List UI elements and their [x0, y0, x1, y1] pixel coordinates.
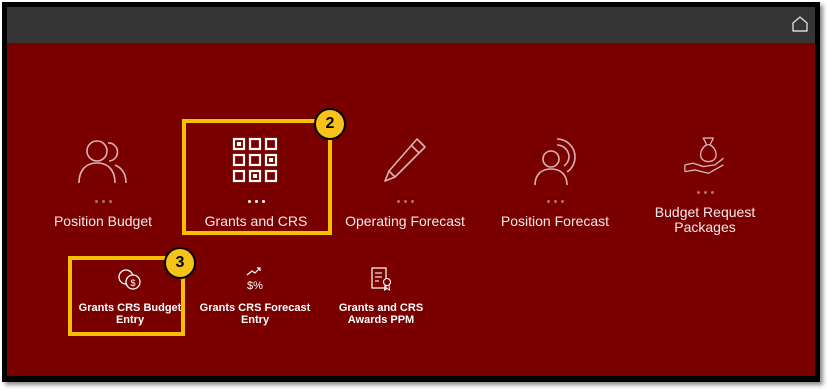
- home-icon[interactable]: [791, 15, 809, 33]
- users-icon: [78, 140, 127, 184]
- tile-label: Budget Request Packages: [654, 204, 756, 235]
- tile-budget-request-packages[interactable]: Budget Request Packages: [630, 115, 780, 235]
- tile-grants-crs-forecast-entry[interactable]: $% Grants CRS Forecast Entry: [195, 251, 315, 331]
- svg-text:$%: $%: [247, 280, 263, 292]
- step-callout-3: 3: [164, 247, 196, 279]
- tile-label: Grants and CRS Awards PPM: [338, 302, 424, 326]
- tile-operating-forecast[interactable]: Operating Forecast: [330, 115, 480, 235]
- user-target-icon: [534, 138, 576, 186]
- step-callout-2: 2: [314, 108, 346, 140]
- tile-dots: [395, 193, 416, 204]
- tile-dots: [93, 193, 114, 204]
- tile-dots: [695, 184, 716, 195]
- tile-grants-and-crs-awards-ppm[interactable]: Grants and CRS Awards PPM: [321, 251, 441, 331]
- tile-label: Operating Forecast: [345, 213, 465, 229]
- tile-position-forecast[interactable]: Position Forecast: [480, 115, 630, 235]
- tile-position-budget[interactable]: Position Budget: [28, 115, 178, 235]
- trend-dollar-percent-icon: $%: [246, 267, 263, 292]
- award-document-icon: [371, 267, 392, 291]
- tile-label: Position Budget: [53, 213, 153, 229]
- highlight-box-grants-and-crs: [182, 119, 332, 235]
- tile-label: Position Forecast: [500, 213, 610, 229]
- money-bag-hand-icon: [684, 137, 724, 174]
- top-bar: [7, 7, 815, 43]
- pencil-icon: [384, 138, 426, 182]
- tile-label: Grants CRS Forecast Entry: [199, 302, 311, 326]
- tile-dots: [545, 193, 566, 204]
